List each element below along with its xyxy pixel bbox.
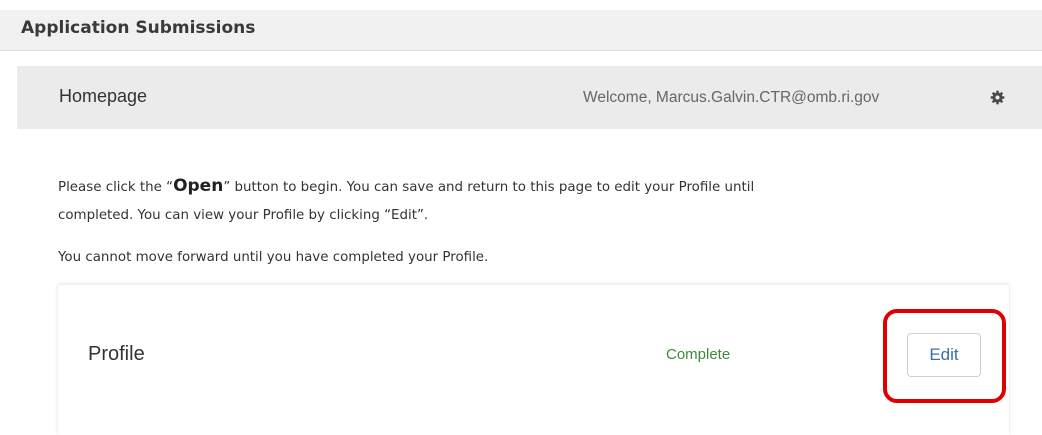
profile-card: Profile Complete Edit: [58, 284, 1009, 435]
homepage-link[interactable]: Homepage: [59, 86, 147, 107]
app-header: Application Submissions: [0, 10, 1042, 51]
open-keyword: Open: [173, 176, 224, 196]
instruction-text: Please click the “: [58, 180, 174, 195]
welcome-user-text: Welcome, Marcus.Galvin.CTR@omb.ri.gov: [583, 89, 880, 106]
instruction-line-3: You cannot move forward until you have c…: [58, 250, 489, 265]
profile-title: Profile: [88, 343, 145, 365]
instruction-line-1: Please click the “Open” button to begin.…: [58, 176, 754, 196]
instruction-line-2: completed. You can view your Profile by …: [58, 208, 429, 223]
instruction-text: ” button to begin. You can save and retu…: [223, 180, 755, 195]
profile-status-badge: Complete: [666, 346, 731, 363]
nav-bar: Homepage Welcome, Marcus.Galvin.CTR@omb.…: [17, 66, 1042, 129]
edit-profile-button[interactable]: Edit: [907, 333, 981, 377]
app-title: Application Submissions: [21, 18, 256, 38]
gear-icon[interactable]: [990, 90, 1005, 105]
